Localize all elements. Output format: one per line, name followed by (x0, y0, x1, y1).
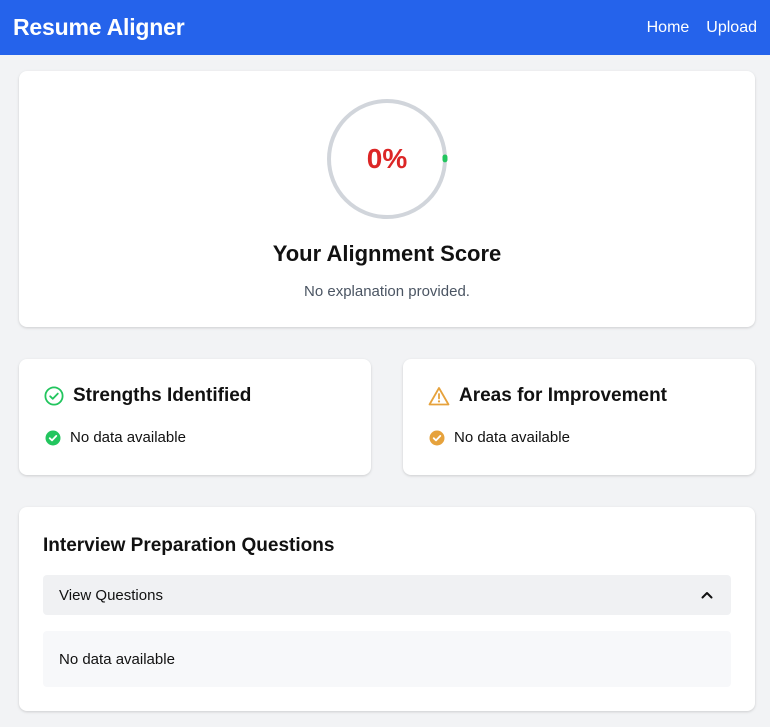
questions-content-text: No data available (59, 650, 175, 668)
strengths-title: Strengths Identified (73, 385, 252, 406)
improvements-header: Areas for Improvement (428, 385, 667, 407)
strengths-item-text: No data available (70, 429, 186, 446)
top-navbar: Resume Aligner Home Upload (0, 0, 770, 55)
improvements-item: No data available (429, 429, 570, 446)
score-explanation: No explanation provided. (304, 283, 470, 300)
nav-upload-link[interactable]: Upload (706, 19, 757, 37)
improvements-title: Areas for Improvement (459, 385, 668, 406)
questions-content: No data available (43, 631, 731, 687)
interview-questions-card: Interview Preparation Questions View Que… (19, 507, 755, 711)
check-circle-filled-icon (45, 430, 61, 446)
view-questions-label: View Questions (59, 586, 163, 604)
score-card: 0% Your Alignment Score No explanation p… (19, 71, 755, 327)
strengths-card: Strengths Identified No data available (19, 359, 371, 475)
score-title: Your Alignment Score (272, 241, 502, 266)
app-title[interactable]: Resume Aligner (13, 14, 185, 41)
check-circle-filled-icon (429, 430, 445, 446)
view-questions-toggle[interactable]: View Questions (43, 575, 731, 615)
check-circle-outline-icon (44, 386, 64, 406)
chevron-up-icon[interactable] (701, 591, 713, 599)
score-value: 0% (366, 143, 408, 174)
warning-triangle-icon (428, 386, 450, 406)
interview-title: Interview Preparation Questions (43, 535, 335, 556)
nav-home-link[interactable]: Home (647, 19, 690, 37)
strengths-item: No data available (45, 429, 186, 446)
improvements-item-text: No data available (454, 429, 570, 446)
nav-links: Home Upload (647, 19, 757, 37)
strengths-header: Strengths Identified (44, 385, 251, 407)
improvements-card: Areas for Improvement No data available (403, 359, 755, 475)
